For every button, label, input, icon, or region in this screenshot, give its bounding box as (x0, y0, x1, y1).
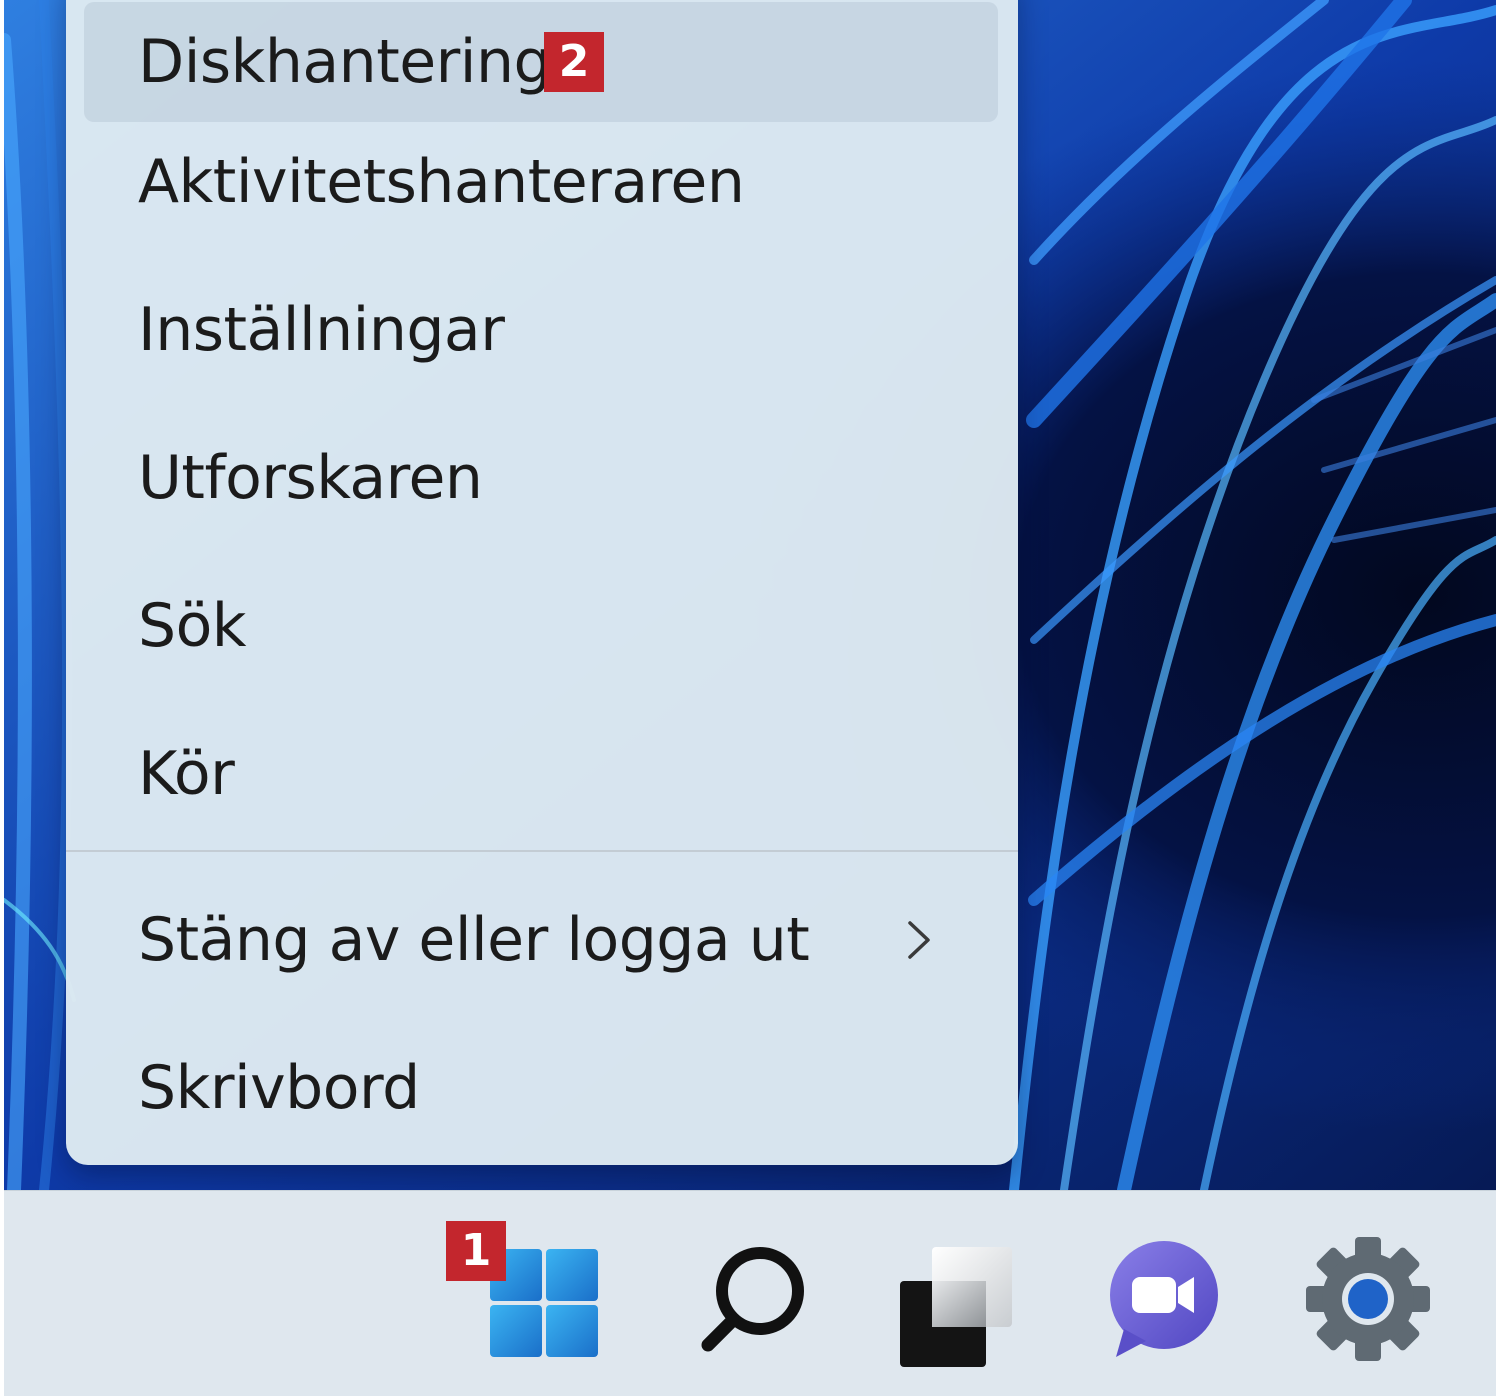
step-badge-2: 2 (544, 32, 604, 92)
search-button[interactable] (684, 1229, 824, 1369)
menu-item-stang-av-eller-logga-ut[interactable]: Stäng av eller logga ut (84, 880, 998, 1000)
menu-item-utforskaren[interactable]: Utforskaren (84, 418, 998, 538)
menu-item-label: Stäng av eller logga ut (138, 905, 810, 975)
step-badge-1: 1 (446, 1221, 506, 1281)
menu-item-sok[interactable]: Sök (84, 566, 998, 686)
winx-context-menu: Diskhantering 2 Aktivitetshanteraren Ins… (66, 0, 1018, 1165)
menu-item-label: Sök (138, 591, 247, 661)
menu-item-label: Utforskaren (138, 443, 483, 513)
desktop-screen: Diskhantering 2 Aktivitetshanteraren Ins… (4, 0, 1496, 1396)
search-icon (701, 1247, 804, 1352)
menu-item-installningar[interactable]: Inställningar (84, 270, 998, 390)
menu-item-label: Inställningar (138, 295, 505, 365)
menu-item-kor[interactable]: Kör (84, 714, 998, 834)
menu-item-label: Diskhantering (138, 27, 552, 97)
chevron-right-icon (908, 921, 930, 959)
menu-item-aktivitetshanteraren[interactable]: Aktivitetshanteraren (84, 122, 998, 242)
menu-item-label: Kör (138, 739, 235, 809)
settings-button[interactable] (1298, 1229, 1438, 1369)
chat-icon (1110, 1241, 1218, 1357)
taskbar: 1 (4, 1190, 1496, 1396)
start-button[interactable]: 1 (446, 1221, 614, 1369)
chat-button[interactable] (1094, 1229, 1234, 1369)
menu-item-label: Aktivitetshanteraren (138, 147, 745, 217)
settings-gear-icon (1306, 1237, 1430, 1361)
menu-separator (66, 850, 1018, 852)
task-view-button[interactable] (892, 1229, 1032, 1369)
menu-item-skrivbord[interactable]: Skrivbord (84, 1028, 998, 1148)
menu-item-diskhantering[interactable]: Diskhantering 2 (84, 2, 998, 122)
menu-item-label: Skrivbord (138, 1053, 420, 1123)
task-view-icon (900, 1247, 1012, 1367)
